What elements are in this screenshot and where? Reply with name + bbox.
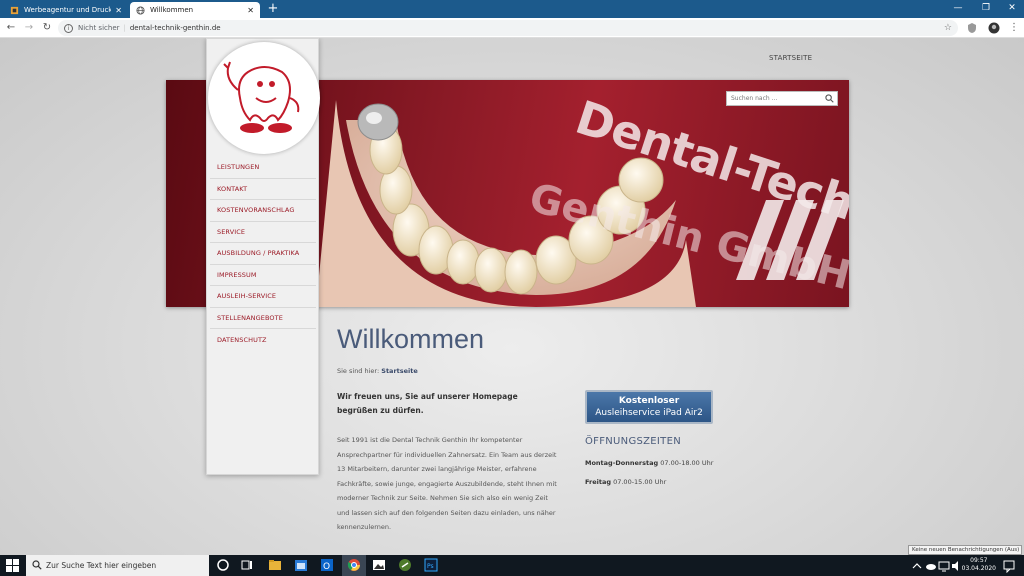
address-bar[interactable]: i Nicht sicher | dental-technik-genthin.… — [58, 20, 958, 36]
globe-icon — [136, 5, 145, 15]
ipad-line-2: Ausleihservice iPad Air2 — [595, 408, 703, 418]
web-page: STARTSEITE Dental-Technik Genthin GmbH S… — [0, 38, 1024, 555]
menu-item-leistungen[interactable]: LEISTUNGEN — [210, 157, 316, 179]
search-placeholder: Suchen nach ... — [731, 95, 778, 102]
breadcrumb-link-startseite[interactable]: Startseite — [381, 367, 418, 375]
outlook-icon[interactable]: O — [320, 558, 334, 572]
hours-time: 07.00-18.00 Uhr — [660, 459, 714, 467]
hours-day: Freitag — [585, 478, 612, 486]
back-icon[interactable]: ← — [4, 21, 18, 35]
security-status: Nicht sicher — [78, 24, 120, 32]
menu-kebab-icon[interactable]: ⋮ — [1008, 22, 1020, 34]
svg-text:Ps: Ps — [427, 563, 434, 570]
browser-tab-strip: Werbeagentur und Druckerei aus ... ✕ Wil… — [0, 0, 1024, 18]
divider: | — [123, 24, 126, 32]
bookmark-star-icon[interactable]: ☆ — [944, 23, 952, 33]
browser-toolbar: ← → ↻ i Nicht sicher | dental-technik-ge… — [0, 18, 1024, 38]
logo[interactable] — [208, 42, 320, 154]
clock-date: 03.04.2020 — [961, 565, 996, 572]
cortana-icon[interactable] — [216, 558, 230, 572]
reload-icon[interactable]: ↻ — [40, 21, 54, 35]
sidebar-menu: LEISTUNGEN KONTAKT KOSTENVORANSCHLAG SER… — [210, 157, 316, 351]
tab-werbeagentur[interactable]: Werbeagentur und Druckerei aus ... ✕ — [4, 2, 128, 18]
tab-title: Willkommen — [150, 6, 194, 14]
photos-icon[interactable] — [372, 558, 386, 572]
breadcrumb-label: Sie sind hier: — [337, 367, 380, 375]
url-text: dental-technik-genthin.de — [129, 24, 221, 32]
menu-item-kostenvoranschlag[interactable]: KOSTENVORANSCHLAG — [210, 200, 316, 222]
close-window-icon[interactable]: ✕ — [1004, 1, 1020, 15]
minimize-icon[interactable]: — — [950, 1, 966, 15]
profile-avatar[interactable] — [988, 22, 1000, 34]
menu-item-kontakt[interactable]: KONTAKT — [210, 179, 316, 200]
taskbar-search-placeholder: Zur Suche Text hier eingeben — [46, 561, 157, 570]
menu-item-service[interactable]: SERVICE — [210, 222, 316, 243]
menu-item-impressum[interactable]: IMPRESSUM — [210, 265, 316, 286]
hours-time: 07.00-15.00 Uhr — [613, 478, 667, 486]
task-view-icon[interactable] — [240, 558, 254, 572]
site-favicon-icon — [10, 6, 19, 14]
hours-day: Montag-Donnerstag — [585, 459, 659, 467]
file-explorer-icon[interactable] — [268, 558, 282, 572]
extension-shield-icon[interactable] — [966, 22, 978, 34]
tab-willkommen[interactable]: Willkommen ✕ — [130, 2, 260, 18]
menu-item-ausbildung[interactable]: AUSBILDUNG / PRAKTIKA — [210, 243, 316, 265]
search-input[interactable]: Suchen nach ... — [726, 91, 838, 106]
action-center-icon[interactable] — [1002, 559, 1016, 573]
hours-row: Freitag 07.00-15.00 Uhr — [585, 478, 666, 486]
menu-item-datenschutz[interactable]: DATENSCHUTZ — [210, 329, 316, 351]
svg-text:O: O — [323, 562, 330, 572]
close-tab-icon[interactable]: ✕ — [247, 6, 254, 15]
breadcrumb: Sie sind hier: Startseite — [337, 367, 418, 375]
close-tab-icon[interactable]: ✕ — [115, 6, 122, 15]
nav-startseite[interactable]: STARTSEITE — [769, 54, 812, 62]
new-tab-button[interactable]: + — [266, 2, 280, 16]
photoshop-icon[interactable]: Ps — [424, 558, 438, 572]
network-icon[interactable] — [937, 559, 951, 573]
tray-chevron-icon[interactable] — [910, 559, 924, 573]
taskbar-search-input[interactable]: Zur Suche Text hier eingeben — [26, 555, 209, 576]
logo-mark-icon — [726, 190, 846, 300]
chrome-icon[interactable] — [347, 558, 361, 572]
forward-icon[interactable]: → — [22, 21, 36, 35]
info-icon[interactable]: i — [64, 23, 73, 33]
search-icon[interactable] — [825, 94, 834, 103]
tab-title: Werbeagentur und Druckerei aus ... — [24, 6, 112, 14]
clock-time: 09:57 — [970, 557, 988, 564]
app-icon[interactable] — [398, 558, 412, 572]
hours-heading: ÖFFNUNGSZEITEN — [585, 436, 681, 447]
restore-icon[interactable]: ❐ — [978, 1, 994, 15]
menu-item-ausleih-service[interactable]: AUSLEIH-SERVICE — [210, 286, 316, 308]
menu-item-stellenangebote[interactable]: STELLENANGEBOTE — [210, 308, 316, 329]
search-icon — [32, 560, 42, 570]
intro-text: Wir freuen uns, Sie auf unserer Homepage… — [337, 392, 518, 415]
ipad-service-button[interactable]: Kostenloser Ausleihservice iPad Air2 — [585, 390, 713, 424]
clock[interactable]: 09:57 03.04.2020 — [962, 557, 996, 573]
windows-start-icon[interactable] — [6, 559, 19, 572]
body-text: Seit 1991 ist die Dental Technik Genthin… — [337, 436, 557, 531]
page-title: Willkommen — [337, 324, 485, 354]
tooth-mascot-icon — [223, 61, 300, 133]
onedrive-icon[interactable] — [924, 559, 938, 573]
taskbar: Zur Suche Text hier eingeben O Ps 09:57 … — [0, 555, 1024, 576]
notification-tooltip: Keine neuen Benachrichtigungen (Aus) — [908, 545, 1022, 555]
ipad-line-1: Kostenloser — [618, 396, 680, 406]
hours-row: Montag-Donnerstag 07.00-18.00 Uhr — [585, 459, 713, 467]
calendar-icon[interactable] — [294, 558, 308, 572]
